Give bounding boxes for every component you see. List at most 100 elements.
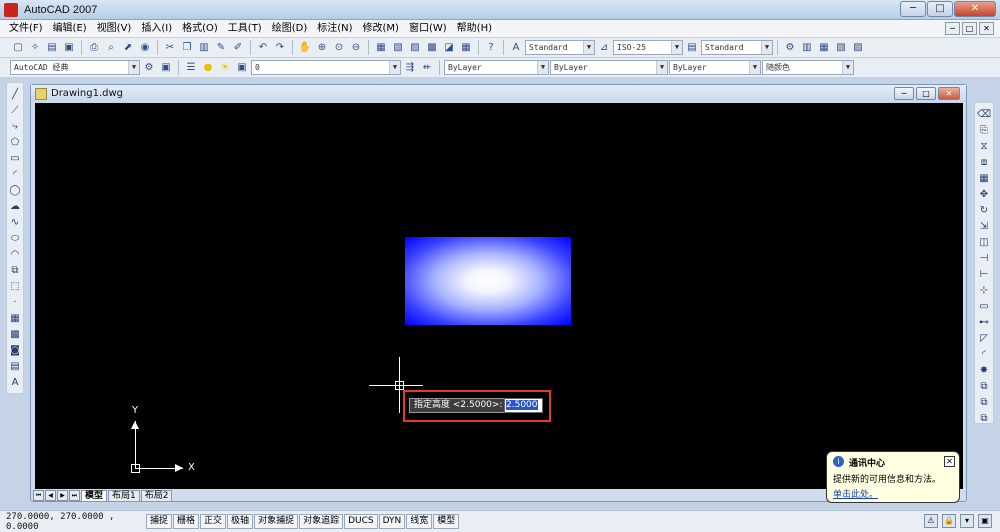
first-tab-icon[interactable]: ⏮ [33,490,44,501]
redo-icon[interactable]: ↷ [272,40,288,56]
color-select[interactable]: ByLayer ▼ [444,60,549,75]
save-icon[interactable]: ▣ [61,40,77,56]
insert-block-icon[interactable]: ⧉ [7,263,23,279]
qnew-icon[interactable]: ✧ [27,40,43,56]
ellipse-arc-icon[interactable]: ◠ [7,247,23,263]
spline-icon[interactable]: ∿ [7,215,23,231]
rotate-icon[interactable]: ↻ [976,203,992,219]
publish-icon[interactable]: ⬈ [120,40,136,56]
ellipse-icon[interactable]: ⬭ [7,231,23,247]
clean-screen-icon[interactable]: ▣ [978,514,992,528]
trim-icon[interactable]: ⊣ [976,251,992,267]
paste-icon[interactable]: ▥ [196,40,212,56]
design-center-icon[interactable]: ▧ [390,40,406,56]
drawing-maximize-button[interactable]: □ [916,87,936,100]
polyline-icon[interactable]: ⤷ [7,119,23,135]
menu-draw[interactable]: 绘图(D) [267,20,313,38]
menu-view[interactable]: 视图(V) [92,20,137,38]
menu-window[interactable]: 窗口(W) [404,20,452,38]
polar-toggle[interactable]: 极轴 [227,514,254,529]
markup-icon[interactable]: ◪ [441,40,457,56]
menu-arrow-icon[interactable]: ▾ [960,514,974,528]
stretch-icon[interactable]: ◫ [976,235,992,251]
table-style-select[interactable]: Standard ▼ [701,40,773,55]
layer-tool-icon[interactable]: ▥ [799,40,815,56]
workspace-settings-icon[interactable]: ⚙ [141,60,157,76]
tab-layout2[interactable]: 布局2 [140,489,173,502]
save-workspace-icon[interactable]: ▣ [158,60,174,76]
plot-icon[interactable]: ⎙ [86,40,102,56]
make-current-layer-icon[interactable]: ⇶ [402,60,418,76]
draw-order-icon[interactable]: ⧉ [976,379,992,395]
fillet-icon[interactable]: ◜ [976,347,992,363]
osnap-toggle[interactable]: 对象捕捉 [254,514,299,529]
ducs-toggle[interactable]: DUCS [344,514,378,529]
model-paper-toggle[interactable]: 模型 [433,514,460,529]
open-icon[interactable]: ▤ [44,40,60,56]
table-icon[interactable]: ▤ [7,359,23,375]
tool-palettes-icon[interactable]: ▨ [407,40,423,56]
array-icon[interactable]: ▦ [976,171,992,187]
balloon-close-button[interactable]: ✕ [944,456,955,467]
mdi-restore-button[interactable]: □ [962,22,977,35]
circle-icon[interactable]: ◯ [7,183,23,199]
workspace-settings-icon[interactable]: ⚙ [782,40,798,56]
gradient-filled-rectangle[interactable] [405,237,571,325]
arc-icon[interactable]: ◜ [7,167,23,183]
help-icon[interactable]: ? [483,40,499,56]
prev-tab-icon[interactable]: ◀ [45,490,56,501]
line-icon[interactable]: ╱ [7,87,23,103]
break-icon[interactable]: ▭ [976,299,992,315]
copy-icon[interactable]: ❐ [179,40,195,56]
join-icon[interactable]: ⊷ [976,315,992,331]
ortho-toggle[interactable]: 正交 [200,514,227,529]
maximize-button[interactable]: □ [927,1,953,17]
extend-icon[interactable]: ⊢ [976,267,992,283]
plot-style-select[interactable]: 随颜色 ▼ [762,60,854,75]
coordinate-readout[interactable]: 270.0000, 270.0000 , 0.0000 [6,512,146,532]
menu-modify[interactable]: 修改(M) [358,20,404,38]
make-block-icon[interactable]: ⬚ [7,279,23,295]
drawing-canvas[interactable]: 指定高度 <2.5000>: 2.5000 X Y [35,103,963,489]
gradient-icon[interactable]: ▩ [7,327,23,343]
lineweight-select[interactable]: ByLayer ▼ [669,60,761,75]
undo-icon[interactable]: ↶ [255,40,271,56]
revision-cloud-icon[interactable]: ☁ [7,199,23,215]
construction-line-icon[interactable]: ⟋ [7,103,23,119]
mirror-icon[interactable]: ⧖ [976,139,992,155]
tab-model[interactable]: 模型 [81,489,108,502]
point-icon[interactable]: · [7,295,23,311]
offset-icon[interactable]: ⧈ [976,155,992,171]
close-button[interactable]: ✕ [954,1,996,17]
rectangle-icon[interactable]: ▭ [7,151,23,167]
layer-tool-icon[interactable]: ▧ [833,40,849,56]
workspace-select[interactable]: AutoCAD 经典 ▼ [10,60,140,75]
balloon-link[interactable]: 单击此处。 [833,487,953,500]
menu-tools[interactable]: 工具(T) [223,20,267,38]
layer-select[interactable]: 0 ▼ [251,60,401,75]
move-icon[interactable]: ✥ [976,187,992,203]
otrack-toggle[interactable]: 对象追踪 [299,514,344,529]
layer-previous-icon[interactable]: ⇷ [419,60,435,76]
break-at-point-icon[interactable]: ⊹ [976,283,992,299]
minimize-button[interactable]: ─ [900,1,926,17]
menu-format[interactable]: 格式(O) [177,20,223,38]
drawing-minimize-button[interactable]: ─ [894,87,914,100]
tab-layout1[interactable]: 布局1 [108,489,140,502]
next-tab-icon[interactable]: ▶ [57,490,68,501]
zoom-previous-icon[interactable]: ⊖ [348,40,364,56]
grid-toggle[interactable]: 栅格 [173,514,200,529]
dim-style-select[interactable]: ISO-25 ▼ [613,40,683,55]
explode-icon[interactable]: ✸ [976,363,992,379]
lock-icon[interactable]: 🔒 [942,514,956,528]
copy-object-icon[interactable]: ⎘ [976,123,992,139]
chamfer-icon[interactable]: ◸ [976,331,992,347]
layer-tool-icon[interactable]: ▦ [816,40,832,56]
last-tab-icon[interactable]: ⏭ [69,490,80,501]
cut-icon[interactable]: ✂ [162,40,178,56]
linetype-select[interactable]: ByLayer ▼ [550,60,668,75]
menu-insert[interactable]: 插入(I) [136,20,177,38]
zoom-realtime-icon[interactable]: ⊕ [314,40,330,56]
block-editor-icon[interactable]: ✐ [230,40,246,56]
menu-edit[interactable]: 编辑(E) [48,20,92,38]
